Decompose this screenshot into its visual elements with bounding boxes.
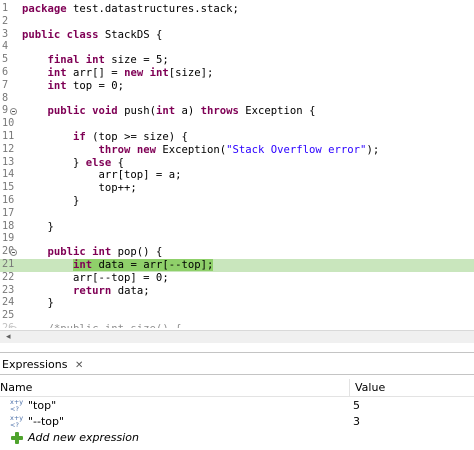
- code-line[interactable]: 6 int arr[] = new int[size];: [0, 67, 474, 80]
- code-text: package test.datastructures.stack;: [22, 3, 239, 15]
- code-line[interactable]: 21 int data = arr[--top];: [0, 258, 474, 272]
- code-lines: 1 package test.datastructures.stack; 2 3 pub…: [0, 3, 474, 328]
- code-line[interactable]: 22 arr[--top] = 0;: [0, 272, 474, 285]
- expression-name: "--top": [28, 415, 65, 428]
- column-divider[interactable]: [349, 379, 350, 397]
- code-text: throw new Exception("Stack Overflow erro…: [98, 143, 380, 156]
- editor-horizontal-scrollbar[interactable]: ◂: [0, 330, 474, 343]
- code-text: } else {: [22, 156, 125, 169]
- line-number: 17: [2, 207, 15, 219]
- code-line[interactable]: 4: [0, 41, 474, 54]
- line-number: 15: [2, 182, 15, 194]
- scroll-left-icon[interactable]: ◂: [6, 332, 11, 342]
- code-text: if (top >= size) {: [73, 130, 188, 143]
- expressions-view: Expressions ✕ Name Value x+y <? "top" 5 x…: [0, 352, 474, 450]
- code-text: public int pop() {: [47, 246, 163, 259]
- code-line[interactable]: 20 public int pop() {: [0, 246, 474, 259]
- expression-row[interactable]: x+y <? "top" 5: [0, 398, 474, 414]
- line-number: 23: [2, 284, 15, 296]
- line-number: 8: [2, 92, 9, 104]
- code-text: }: [22, 194, 80, 207]
- code-line[interactable]: 17: [0, 208, 474, 221]
- expression-icon: x+y <?: [10, 398, 24, 413]
- code-line[interactable]: 19: [0, 233, 474, 246]
- line-number: 18: [2, 220, 15, 232]
- code-text: int data = arr[--top];: [73, 258, 214, 271]
- line-number: 25: [2, 310, 15, 322]
- expressions-tab-bar: Expressions ✕: [0, 353, 474, 375]
- code-text: }: [22, 220, 54, 233]
- code-line[interactable]: 3 public class StackDS {: [0, 29, 474, 42]
- line-number: 5: [2, 54, 9, 66]
- add-new-expression-label: Add new expression: [28, 431, 139, 444]
- code-line[interactable]: 24 }: [0, 297, 474, 310]
- code-line[interactable]: 12 throw new Exception("Stack Overflow e…: [0, 144, 474, 157]
- code-text: final int size = 5;: [47, 54, 169, 67]
- line-number: 12: [2, 143, 15, 155]
- code-line[interactable]: 1 package test.datastructures.stack;: [0, 3, 474, 16]
- line-number: 14: [2, 169, 15, 181]
- column-header-name[interactable]: Name: [0, 379, 32, 397]
- code-editor[interactable]: 1 package test.datastructures.stack; 2 3 pub…: [0, 0, 474, 328]
- line-number: 3: [2, 28, 9, 40]
- code-line[interactable]: 18 }: [0, 221, 474, 234]
- add-new-expression-row[interactable]: Add new expression: [0, 430, 474, 446]
- code-text: return data;: [73, 284, 150, 297]
- fold-collapse-icon[interactable]: [10, 325, 17, 328]
- close-icon[interactable]: ✕: [75, 360, 83, 371]
- expression-name: "top": [28, 399, 57, 412]
- code-line[interactable]: 9 public void push(int a) throws Excepti…: [0, 105, 474, 118]
- code-line[interactable]: 25: [0, 310, 474, 323]
- line-number: 11: [2, 130, 15, 142]
- tab-expressions[interactable]: Expressions ✕: [0, 355, 89, 374]
- code-line[interactable]: 13 } else {: [0, 157, 474, 170]
- line-number: 19: [2, 233, 15, 245]
- line-number: 4: [2, 41, 9, 53]
- line-number: 16: [2, 194, 15, 206]
- code-text: top++;: [22, 182, 137, 195]
- code-line[interactable]: 11 if (top >= size) {: [0, 131, 474, 144]
- expression-icon: x+y <?: [10, 414, 24, 429]
- code-line[interactable]: 7 int top = 0;: [0, 80, 474, 93]
- code-line[interactable]: 26 /*public int size() {: [0, 323, 474, 328]
- add-icon: [11, 432, 23, 444]
- expression-row[interactable]: x+y <? "--top" 3: [0, 414, 474, 430]
- code-line[interactable]: 2: [0, 16, 474, 29]
- code-line[interactable]: 5 final int size = 5;: [0, 54, 474, 67]
- code-text: arr[--top] = 0;: [22, 271, 169, 284]
- code-text: int top = 0;: [47, 79, 125, 92]
- expression-value: 3: [353, 415, 360, 428]
- line-number: 13: [2, 156, 15, 168]
- line-number: 21: [2, 258, 15, 270]
- line-number: 24: [2, 297, 15, 309]
- line-number: 1: [2, 3, 9, 14]
- tab-label: Expressions: [2, 358, 68, 371]
- code-line[interactable]: 14 arr[top] = a;: [0, 169, 474, 182]
- code-text: public class StackDS {: [22, 28, 163, 41]
- code-text: }: [22, 297, 54, 310]
- code-line[interactable]: 10: [0, 118, 474, 131]
- code-line[interactable]: 15 top++;: [0, 182, 474, 195]
- column-header-value[interactable]: Value: [355, 379, 385, 397]
- line-number: 6: [2, 66, 9, 78]
- code-text: public void push(int a) throws Exception…: [47, 105, 316, 118]
- code-text: /*public int size() {: [22, 323, 182, 328]
- expressions-table-header: Name Value: [0, 379, 474, 397]
- expression-value: 5: [353, 399, 360, 412]
- code-line[interactable]: 8: [0, 93, 474, 106]
- line-number: 7: [2, 79, 9, 91]
- line-number: 2: [2, 15, 9, 27]
- code-line[interactable]: 16 }: [0, 195, 474, 208]
- line-number: 10: [2, 118, 15, 130]
- code-text: int arr[] = new int[size];: [47, 66, 214, 79]
- code-text: arr[top] = a;: [22, 169, 182, 182]
- code-line[interactable]: 23 return data;: [0, 285, 474, 298]
- line-number: 22: [2, 271, 15, 283]
